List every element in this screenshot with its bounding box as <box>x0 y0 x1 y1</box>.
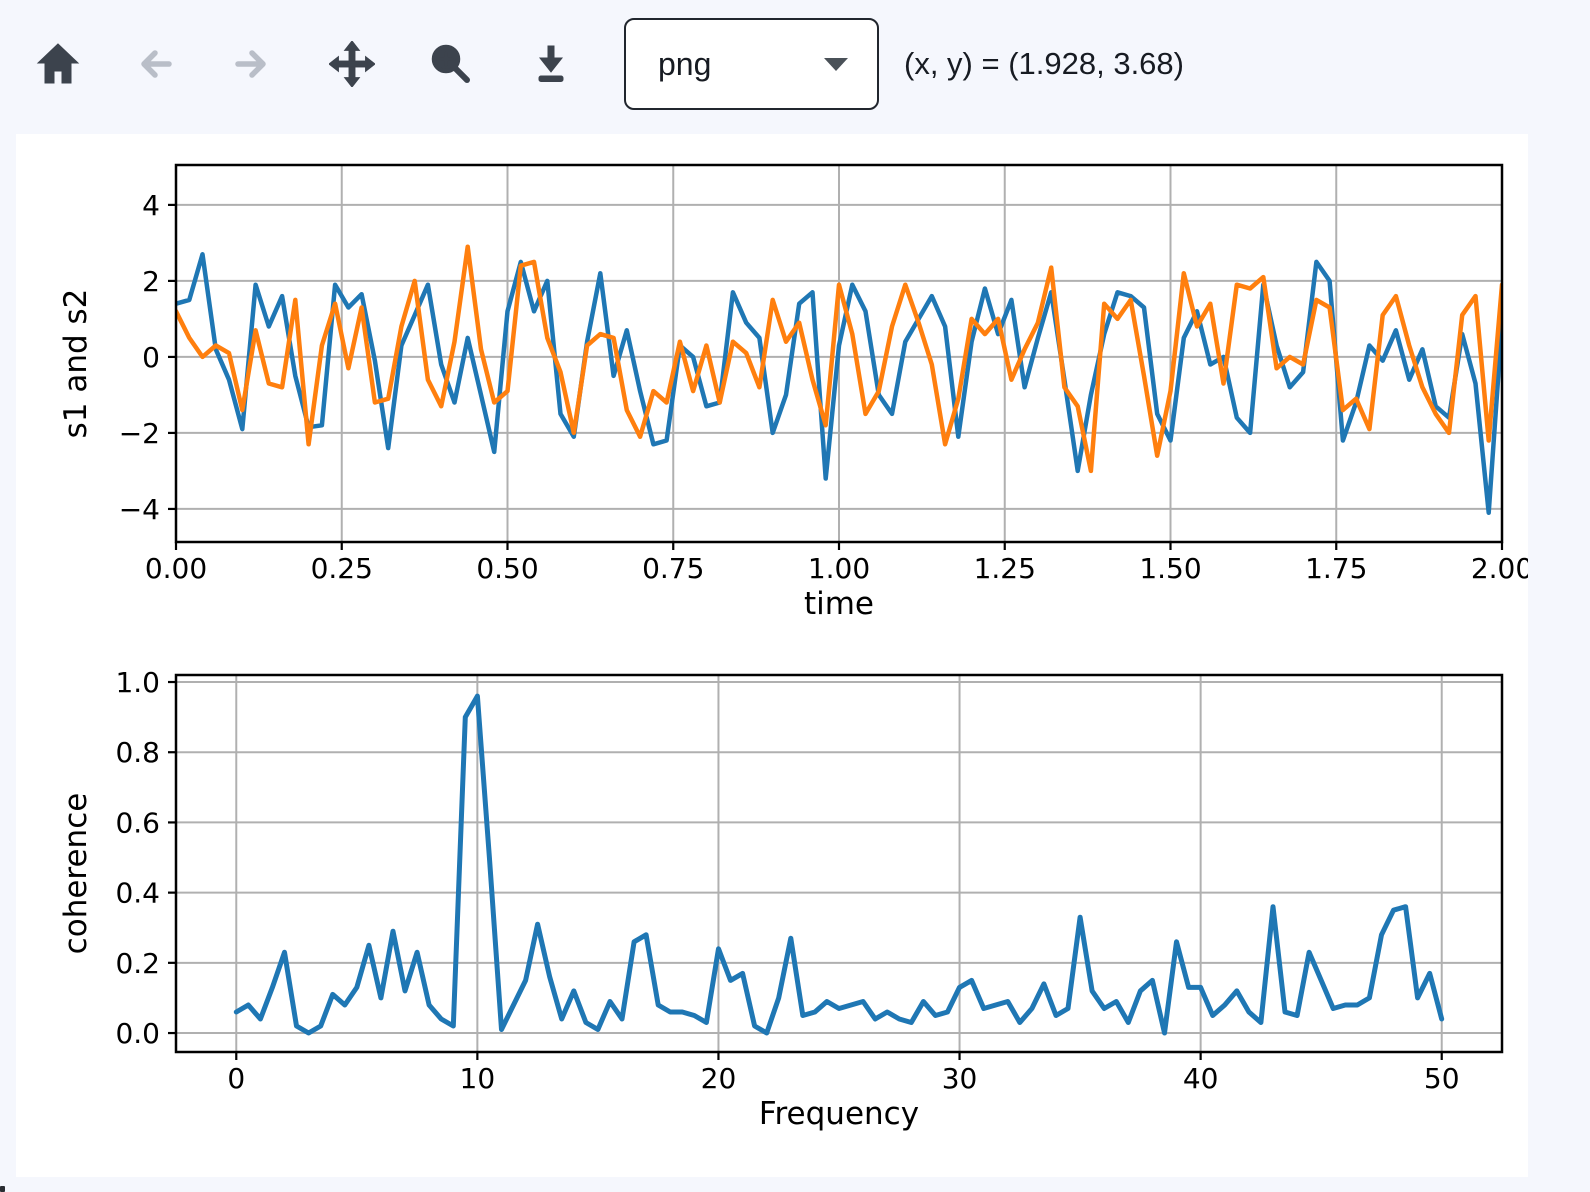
back-button[interactable] <box>130 39 180 89</box>
arrow-left-icon <box>133 42 177 86</box>
svg-text:40: 40 <box>1183 1062 1219 1095</box>
svg-text:0.0: 0.0 <box>115 1017 160 1050</box>
format-select-value: png <box>658 46 711 83</box>
svg-text:20: 20 <box>701 1062 737 1095</box>
svg-text:Frequency: Frequency <box>759 1096 919 1132</box>
svg-text:50: 50 <box>1424 1062 1460 1095</box>
svg-text:0.50: 0.50 <box>476 552 538 585</box>
svg-text:0: 0 <box>142 341 160 374</box>
download-icon <box>529 42 573 86</box>
svg-text:2: 2 <box>142 265 160 298</box>
svg-text:0.2: 0.2 <box>115 947 160 980</box>
svg-text:30: 30 <box>942 1062 978 1095</box>
move-icon <box>329 41 375 87</box>
svg-text:0.8: 0.8 <box>115 736 160 769</box>
svg-text:0.75: 0.75 <box>642 552 704 585</box>
svg-text:4: 4 <box>142 189 160 222</box>
svg-text:1.75: 1.75 <box>1305 552 1367 585</box>
svg-text:time: time <box>804 586 874 622</box>
svg-text:10: 10 <box>460 1062 496 1095</box>
svg-text:−2: −2 <box>119 417 160 450</box>
screen-artifact <box>0 1186 5 1192</box>
figure-canvas[interactable]: 0.000.250.500.751.001.251.501.752.00−4−2… <box>16 134 1528 1177</box>
zoom-button[interactable] <box>426 39 476 89</box>
svg-text:0: 0 <box>227 1062 245 1095</box>
svg-text:1.0: 1.0 <box>115 666 160 699</box>
home-button[interactable] <box>33 39 83 89</box>
svg-text:1.25: 1.25 <box>974 552 1036 585</box>
download-button[interactable] <box>526 39 576 89</box>
forward-button[interactable] <box>227 39 277 89</box>
svg-text:−4: −4 <box>119 493 160 526</box>
home-icon <box>36 42 80 86</box>
svg-text:0.25: 0.25 <box>311 552 373 585</box>
charts-svg[interactable]: 0.000.250.500.751.001.251.501.752.00−4−2… <box>16 134 1528 1177</box>
svg-text:0.4: 0.4 <box>115 877 160 910</box>
svg-text:0.6: 0.6 <box>115 806 160 839</box>
chevron-down-icon <box>823 56 849 72</box>
toolbar: png (x, y) = (1.928, 3.68) <box>0 0 1590 128</box>
zoom-in-icon <box>429 42 473 86</box>
format-select[interactable]: png <box>624 18 879 110</box>
pan-button[interactable] <box>327 39 377 89</box>
svg-text:1.00: 1.00 <box>808 552 870 585</box>
svg-text:s1 and s2: s1 and s2 <box>58 289 94 439</box>
svg-text:2.00: 2.00 <box>1471 552 1528 585</box>
cursor-readout: (x, y) = (1.928, 3.68) <box>904 46 1184 82</box>
svg-text:1.50: 1.50 <box>1139 552 1201 585</box>
svg-text:0.00: 0.00 <box>145 552 207 585</box>
arrow-right-icon <box>230 42 274 86</box>
svg-text:coherence: coherence <box>58 793 94 955</box>
